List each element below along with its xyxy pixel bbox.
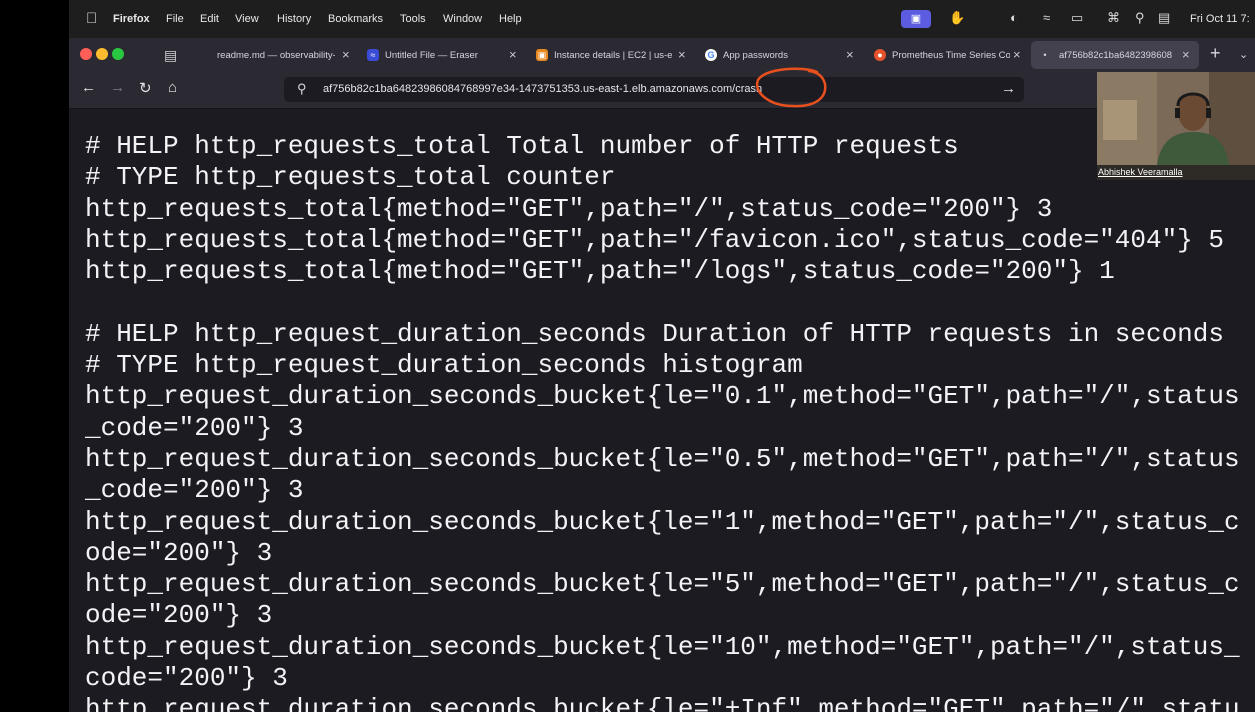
menu-help[interactable]: Help xyxy=(499,13,522,25)
focus-status-icon[interactable]: ◐ xyxy=(1010,10,1018,25)
wifi-icon[interactable]: ⌘ xyxy=(1107,10,1120,26)
tab-active-elb[interactable]: • af756b82c1ba6482398608 × xyxy=(1031,41,1199,69)
metrics-line: http_request_duration_seconds_bucket{le=… xyxy=(85,569,1240,600)
reload-icon[interactable]: ↻ xyxy=(139,79,152,97)
metrics-line: # TYPE http_request_duration_seconds his… xyxy=(85,350,803,381)
back-arrow-icon[interactable]: ← xyxy=(81,79,96,96)
tab-close-icon[interactable]: × xyxy=(846,47,854,62)
window-minimize-button[interactable] xyxy=(96,48,108,60)
tab-label: App passwords xyxy=(723,50,788,61)
macos-menu-bar:  Firefox File Edit View History Bookmar… xyxy=(69,0,1255,38)
eraser-app-icon: ≈ xyxy=(367,49,379,61)
tab-close-icon[interactable]: × xyxy=(1013,47,1021,62)
tab-close-icon[interactable]: × xyxy=(678,47,686,62)
metrics-line: _code="200"} 3 xyxy=(85,412,304,443)
screen-share-indicator-icon[interactable]: ▣ xyxy=(901,10,931,28)
tab-label: Untitled File — Eraser xyxy=(385,50,478,61)
window-close-button[interactable] xyxy=(80,48,92,60)
menu-file[interactable]: File xyxy=(166,13,184,25)
metrics-line: code="200"} 3 xyxy=(85,663,288,694)
metrics-line: http_requests_total{method="GET",path="/… xyxy=(85,193,1053,224)
tab-list-chevron-icon[interactable]: ⌄ xyxy=(1239,48,1248,61)
metrics-text: # HELP http_requests_total Total number … xyxy=(85,131,1240,712)
metrics-line: # HELP http_requests_total Total number … xyxy=(85,131,959,161)
metrics-line: http_request_duration_seconds_bucket{le=… xyxy=(85,506,1240,537)
menu-edit[interactable]: Edit xyxy=(200,13,219,25)
tab-readme[interactable]: readme.md — observability- × xyxy=(199,41,355,69)
tab-close-icon[interactable]: × xyxy=(1182,47,1190,62)
tab-close-icon[interactable]: × xyxy=(509,47,517,62)
menu-bar-clock[interactable]: Fri Oct 11 7: xyxy=(1190,13,1250,25)
menu-view[interactable]: View xyxy=(235,13,259,25)
metrics-line: ode="200"} 3 xyxy=(85,537,273,568)
annotation-stroke xyxy=(755,67,827,108)
participant-name-label: Abhishek Veeramalla xyxy=(1097,165,1255,180)
go-arrow-icon[interactable]: → xyxy=(1001,80,1016,97)
metrics-line: http_request_duration_seconds_bucket{le=… xyxy=(85,694,1240,712)
metrics-line: ode="200"} 3 xyxy=(85,600,273,631)
menu-window[interactable]: Window xyxy=(443,13,482,25)
url-input[interactable]: af756b82c1ba64823986084768997e34-1473751… xyxy=(323,83,762,95)
tab-close-icon[interactable]: × xyxy=(342,47,350,62)
new-tab-button[interactable]: + xyxy=(1210,43,1221,64)
forward-arrow-icon[interactable]: → xyxy=(110,79,125,96)
google-icon: G xyxy=(705,49,717,61)
address-bar[interactable]: ⚲ af756b82c1ba64823986084768997e34-14737… xyxy=(284,77,1024,102)
webcam-video-overlay: Abhishek Veeramalla xyxy=(1097,72,1255,180)
battery-icon[interactable]: ▭ xyxy=(1071,10,1083,26)
tab-label: Instance details | EC2 | us-e xyxy=(554,50,672,61)
tab-prometheus[interactable]: ● Prometheus Time Series Co × xyxy=(874,41,1026,69)
aws-ec2-icon: ▣ xyxy=(536,49,548,61)
menu-app-name[interactable]: Firefox xyxy=(113,13,150,25)
left-black-margin xyxy=(0,0,69,712)
menu-tools[interactable]: Tools xyxy=(400,13,426,25)
app-status-icon[interactable]: ≈ xyxy=(1043,10,1050,25)
menu-history[interactable]: History xyxy=(277,13,311,25)
annotation-circle xyxy=(755,67,827,108)
dot-icon: • xyxy=(1043,50,1047,60)
firefox-window:  Firefox File Edit View History Bookmar… xyxy=(69,0,1255,712)
menu-bookmarks[interactable]: Bookmarks xyxy=(328,13,383,25)
tab-overview-icon[interactable]: ▤ xyxy=(164,47,177,64)
search-icon: ⚲ xyxy=(297,81,307,96)
metrics-line: http_request_duration_seconds_bucket{le=… xyxy=(85,381,1240,412)
metrics-line: http_requests_total{method="GET",path="/… xyxy=(85,224,1224,255)
page-content: # HELP http_requests_total Total number … xyxy=(69,109,1255,712)
webcam-person-image xyxy=(1097,72,1255,165)
tab-ec2-instance[interactable]: ▣ Instance details | EC2 | us-e × xyxy=(536,41,696,69)
metrics-line: # TYPE http_requests_total counter xyxy=(85,162,616,193)
tab-strip: ▤ readme.md — observability- × ≈ Untitle… xyxy=(69,38,1255,72)
tab-label: Prometheus Time Series Co xyxy=(892,50,1010,61)
metrics-line: http_request_duration_seconds_bucket{le=… xyxy=(85,631,1240,662)
control-center-icon[interactable]: ▤ xyxy=(1158,10,1170,26)
spotlight-search-icon[interactable]: ⚲ xyxy=(1135,10,1145,26)
metrics-line: http_requests_total{method="GET",path="/… xyxy=(85,256,1115,287)
mute-hand-icon[interactable]: ✋ xyxy=(949,10,965,26)
tab-label: af756b82c1ba6482398608 xyxy=(1059,50,1173,61)
navigation-bar: ← → ↻ ⌂ ⚲ af756b82c1ba64823986084768997e… xyxy=(69,72,1255,109)
tab-app-passwords[interactable]: G App passwords × xyxy=(705,41,865,69)
tab-label: readme.md — observability- xyxy=(217,50,335,61)
apple-logo-icon[interactable]:  xyxy=(86,10,97,27)
metrics-line: # HELP http_request_duration_seconds Dur… xyxy=(85,318,1224,349)
prometheus-icon: ● xyxy=(874,49,886,61)
home-icon[interactable]: ⌂ xyxy=(168,79,177,96)
window-maximize-button[interactable] xyxy=(112,48,124,60)
tab-eraser[interactable]: ≈ Untitled File — Eraser × xyxy=(367,41,527,69)
metrics-line: _code="200"} 3 xyxy=(85,475,304,506)
metrics-line: http_request_duration_seconds_bucket{le=… xyxy=(85,443,1240,474)
